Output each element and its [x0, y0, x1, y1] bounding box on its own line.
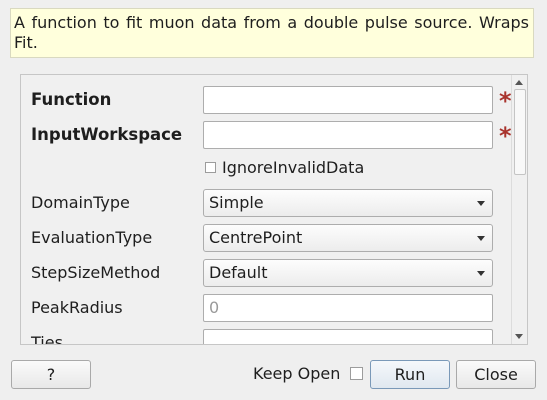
step-size-method-select[interactable]: Default — [203, 259, 493, 287]
function-input[interactable] — [203, 86, 493, 114]
chevron-down-icon — [477, 236, 485, 241]
chevron-down-icon — [477, 201, 485, 206]
ties-label: Ties — [31, 333, 63, 345]
row-domain-type: DomainType Simple — [21, 188, 511, 218]
keep-open-checkbox[interactable] — [350, 367, 363, 380]
domain-type-label: DomainType — [31, 193, 130, 212]
step-size-method-label: StepSizeMethod — [31, 263, 161, 282]
required-marker-icon: * — [499, 87, 512, 115]
vertical-scrollbar[interactable] — [511, 75, 527, 344]
input-workspace-input[interactable] — [203, 121, 493, 149]
close-button[interactable]: Close — [456, 360, 536, 389]
domain-type-value: Simple — [209, 193, 264, 212]
ignore-invalid-data-checkbox[interactable] — [205, 162, 216, 173]
evaluation-type-value: CentrePoint — [209, 228, 303, 247]
ties-input[interactable] — [203, 329, 493, 344]
row-input-workspace: InputWorkspace * — [21, 120, 512, 150]
function-label: Function — [31, 90, 112, 109]
peak-radius-label: PeakRadius — [31, 298, 123, 317]
step-size-method-value: Default — [209, 263, 268, 282]
help-button[interactable]: ? — [11, 360, 91, 389]
evaluation-type-select[interactable]: CentrePoint — [203, 224, 493, 252]
row-evaluation-type: EvaluationType CentrePoint — [21, 223, 511, 253]
row-function: Function * — [21, 85, 512, 115]
input-workspace-label: InputWorkspace — [31, 125, 183, 144]
algorithm-description: A function to fit muon data from a doubl… — [10, 8, 534, 58]
peak-radius-input[interactable]: 0 — [203, 294, 493, 322]
keep-open-label: Keep Open — [253, 364, 341, 383]
evaluation-type-label: EvaluationType — [31, 228, 153, 247]
chevron-down-icon — [477, 271, 485, 276]
scroll-up-icon[interactable] — [515, 80, 523, 85]
run-button[interactable]: Run — [370, 360, 450, 389]
scrollbar-thumb[interactable] — [514, 89, 526, 175]
required-marker-icon: * — [499, 122, 512, 150]
scroll-down-icon[interactable] — [515, 334, 523, 339]
row-ignore-invalid-data: IgnoreInvalidData — [21, 153, 511, 183]
row-ties: Ties — [21, 328, 511, 345]
ignore-invalid-data-label[interactable]: IgnoreInvalidData — [222, 158, 364, 177]
properties-panel: Function * InputWorkspace * IgnoreInvali… — [20, 74, 528, 345]
row-peak-radius: PeakRadius 0 — [21, 293, 511, 323]
row-step-size-method: StepSizeMethod Default — [21, 258, 511, 288]
domain-type-select[interactable]: Simple — [203, 189, 493, 217]
